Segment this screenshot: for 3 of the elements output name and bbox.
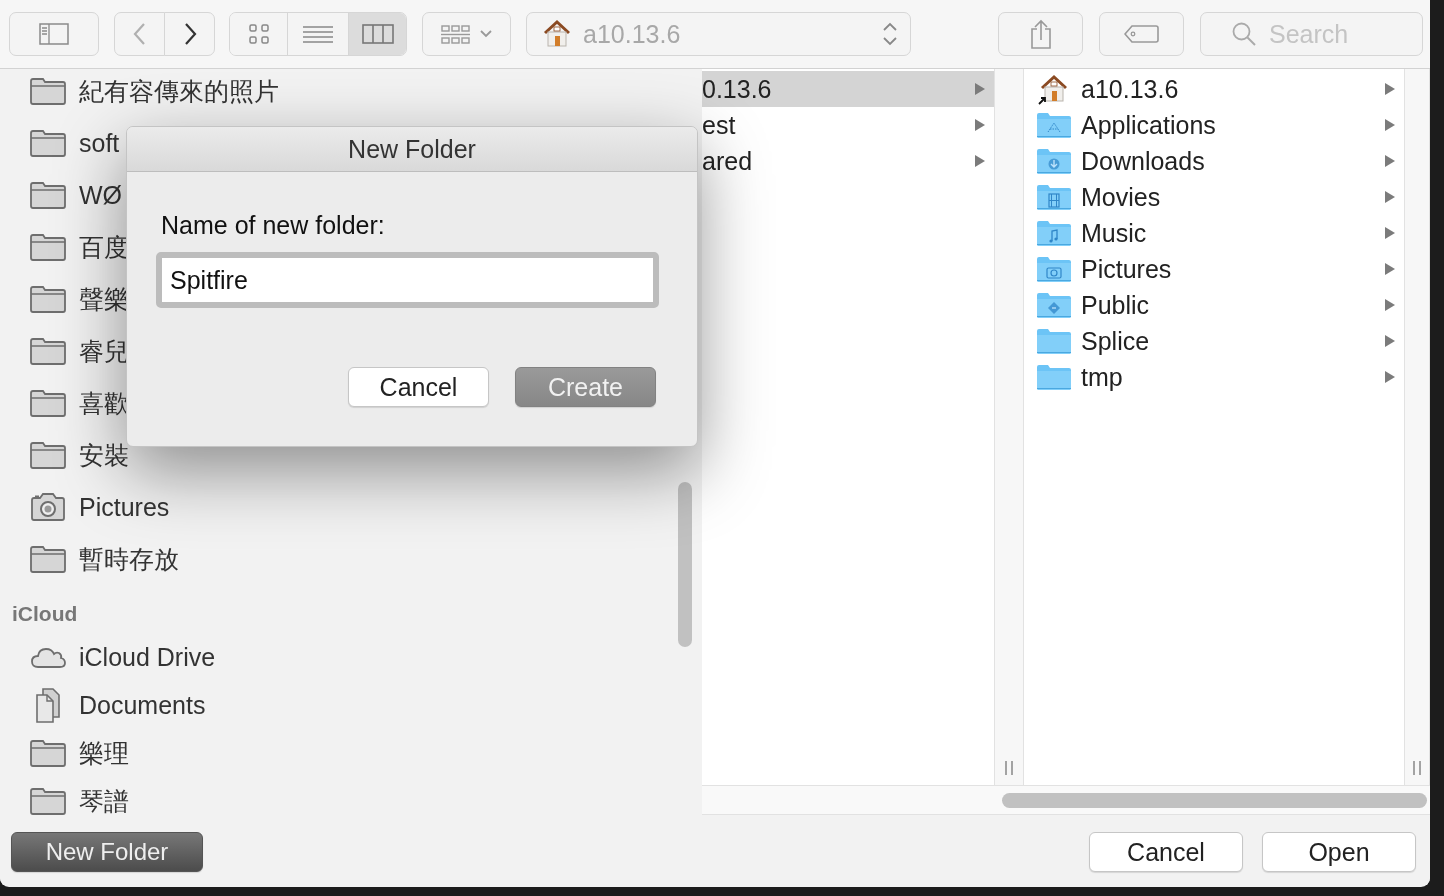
dialog-title: New Folder bbox=[348, 134, 476, 164]
sidebar-section-header: iCloud bbox=[12, 602, 78, 626]
field-label: Name of new folder: bbox=[161, 210, 386, 240]
